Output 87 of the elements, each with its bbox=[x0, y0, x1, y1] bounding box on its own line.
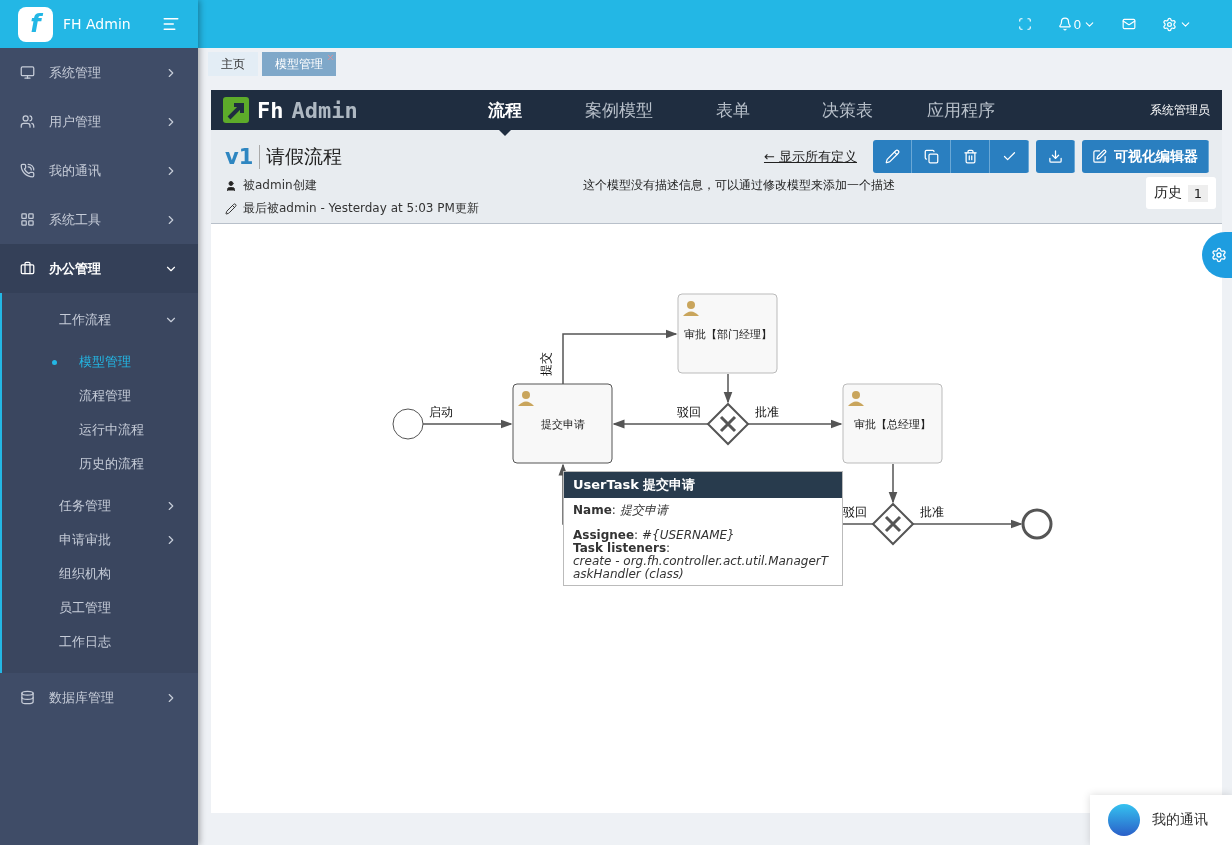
nav-tab[interactable]: 应用程序 bbox=[904, 90, 1018, 130]
submenu-item[interactable]: 组织机构 bbox=[2, 557, 198, 591]
user-task[interactable] bbox=[677, 293, 778, 374]
menu-icon bbox=[20, 114, 35, 129]
flow-label: 提交 bbox=[539, 352, 553, 376]
avatar-icon bbox=[1108, 804, 1140, 836]
edit-icon bbox=[1092, 149, 1107, 164]
nav-tab[interactable]: 决策表 bbox=[790, 90, 904, 130]
logo-text: Fh bbox=[257, 97, 284, 123]
sidebar-item[interactable]: 用户管理 bbox=[0, 97, 198, 146]
user-name[interactable]: 系统管理员 bbox=[1150, 101, 1210, 119]
user-task[interactable] bbox=[842, 383, 943, 464]
start-event bbox=[392, 408, 424, 440]
model-title: 请假流程 bbox=[266, 143, 344, 169]
fullscreen-icon[interactable] bbox=[1017, 17, 1032, 31]
copy-icon bbox=[923, 149, 939, 164]
sidebar-item[interactable]: 系统管理 bbox=[0, 48, 198, 97]
end-event bbox=[1021, 508, 1053, 540]
pencil-icon bbox=[884, 149, 900, 164]
bell-icon bbox=[1057, 17, 1072, 31]
person-icon bbox=[683, 301, 699, 316]
flow-label: 驳回 bbox=[677, 405, 701, 419]
submenu-item[interactable]: 工作流程 bbox=[2, 303, 198, 337]
history-button[interactable]: 历史 1 bbox=[1145, 177, 1216, 209]
logo-icon bbox=[223, 97, 249, 123]
submenu-item[interactable]: 申请审批 bbox=[2, 523, 198, 557]
sidebar-item[interactable]: 系统工具 bbox=[0, 195, 198, 244]
version-label: v1 bbox=[225, 144, 261, 169]
trash-icon bbox=[962, 149, 978, 164]
settings-button[interactable] bbox=[1162, 16, 1192, 32]
task-label: 审批【部门经理】 bbox=[683, 328, 772, 341]
toolbar-button[interactable] bbox=[951, 140, 990, 173]
chat-widget[interactable]: 我的通讯 bbox=[1090, 795, 1232, 845]
model-description: 这个模型没有描述信息，可以通过修改模型来添加一个描述 bbox=[583, 177, 896, 194]
download-icon bbox=[1047, 149, 1063, 164]
submenu-link[interactable]: 运行中流程 bbox=[2, 413, 198, 447]
menu-icon bbox=[20, 65, 35, 80]
gear-icon bbox=[1162, 16, 1177, 32]
flow-arrow bbox=[723, 373, 733, 404]
menu-icon bbox=[20, 261, 35, 276]
menu-icon bbox=[20, 690, 35, 705]
toolbar-button[interactable] bbox=[912, 140, 951, 173]
menu-icon bbox=[20, 212, 35, 227]
menu-toggle-icon[interactable] bbox=[162, 15, 180, 33]
created-info: 被admin创建 bbox=[243, 177, 317, 194]
tooltip-field: create - org.fh.controller.act.util.ManagerTaskHandler (class) bbox=[573, 555, 833, 581]
user-task[interactable] bbox=[512, 383, 613, 464]
toolbar-button[interactable] bbox=[990, 140, 1029, 173]
menu-icon bbox=[20, 163, 35, 178]
flow-label: 驳回 bbox=[843, 505, 867, 519]
sidebar-item[interactable]: 我的通讯 bbox=[0, 146, 198, 195]
nav-tab[interactable]: 案例模型 bbox=[562, 90, 676, 130]
tooltip-field: Task listeners: bbox=[573, 542, 833, 555]
flow-arrow bbox=[888, 463, 898, 504]
page-tab[interactable]: 主页 bbox=[208, 52, 258, 76]
user-icon bbox=[225, 179, 237, 192]
task-label: 提交申请 bbox=[540, 418, 585, 431]
flow-label: 批准 bbox=[920, 505, 944, 519]
tooltip-field: Name: 提交申请 bbox=[573, 504, 833, 517]
flow-label: 批准 bbox=[755, 405, 779, 419]
download-button[interactable] bbox=[1036, 140, 1075, 173]
pencil-icon bbox=[225, 202, 237, 215]
gateway bbox=[706, 402, 750, 446]
back-link[interactable]: ← 显示所有定义 bbox=[763, 147, 857, 166]
submenu-item[interactable]: 工作日志 bbox=[2, 625, 198, 659]
tooltip-title: UserTask 提交申请 bbox=[564, 472, 842, 498]
updated-info: 最后被admin - Yesterday at 5:03 PM更新 bbox=[243, 200, 479, 217]
brand-name: FH Admin bbox=[63, 16, 132, 32]
logo-text: Admin bbox=[291, 97, 358, 123]
logo-icon: f bbox=[18, 6, 53, 42]
submenu-item[interactable]: 任务管理 bbox=[2, 489, 198, 523]
flow-label: 启动 bbox=[429, 405, 453, 419]
person-icon bbox=[518, 391, 534, 406]
task-label: 审批【总经理】 bbox=[854, 418, 931, 431]
toolbar-button[interactable] bbox=[873, 140, 912, 173]
editor-button[interactable]: 可视化编辑器 bbox=[1082, 140, 1209, 173]
submenu-item[interactable]: 员工管理 bbox=[2, 591, 198, 625]
sidebar-item[interactable]: 数据库管理 bbox=[0, 673, 198, 722]
nav-tab[interactable]: 表单 bbox=[676, 90, 790, 130]
submenu-link[interactable]: 模型管理 bbox=[2, 345, 198, 379]
gateway bbox=[871, 502, 915, 546]
person-icon bbox=[848, 391, 864, 406]
submenu-link[interactable]: 历史的流程 bbox=[2, 447, 198, 481]
submenu-link[interactable]: 流程管理 bbox=[2, 379, 198, 413]
mail-icon[interactable] bbox=[1122, 17, 1136, 31]
sidebar-item[interactable]: 办公管理 bbox=[0, 244, 198, 293]
tooltip-field: Assignee: #{USERNAME} bbox=[573, 529, 833, 542]
